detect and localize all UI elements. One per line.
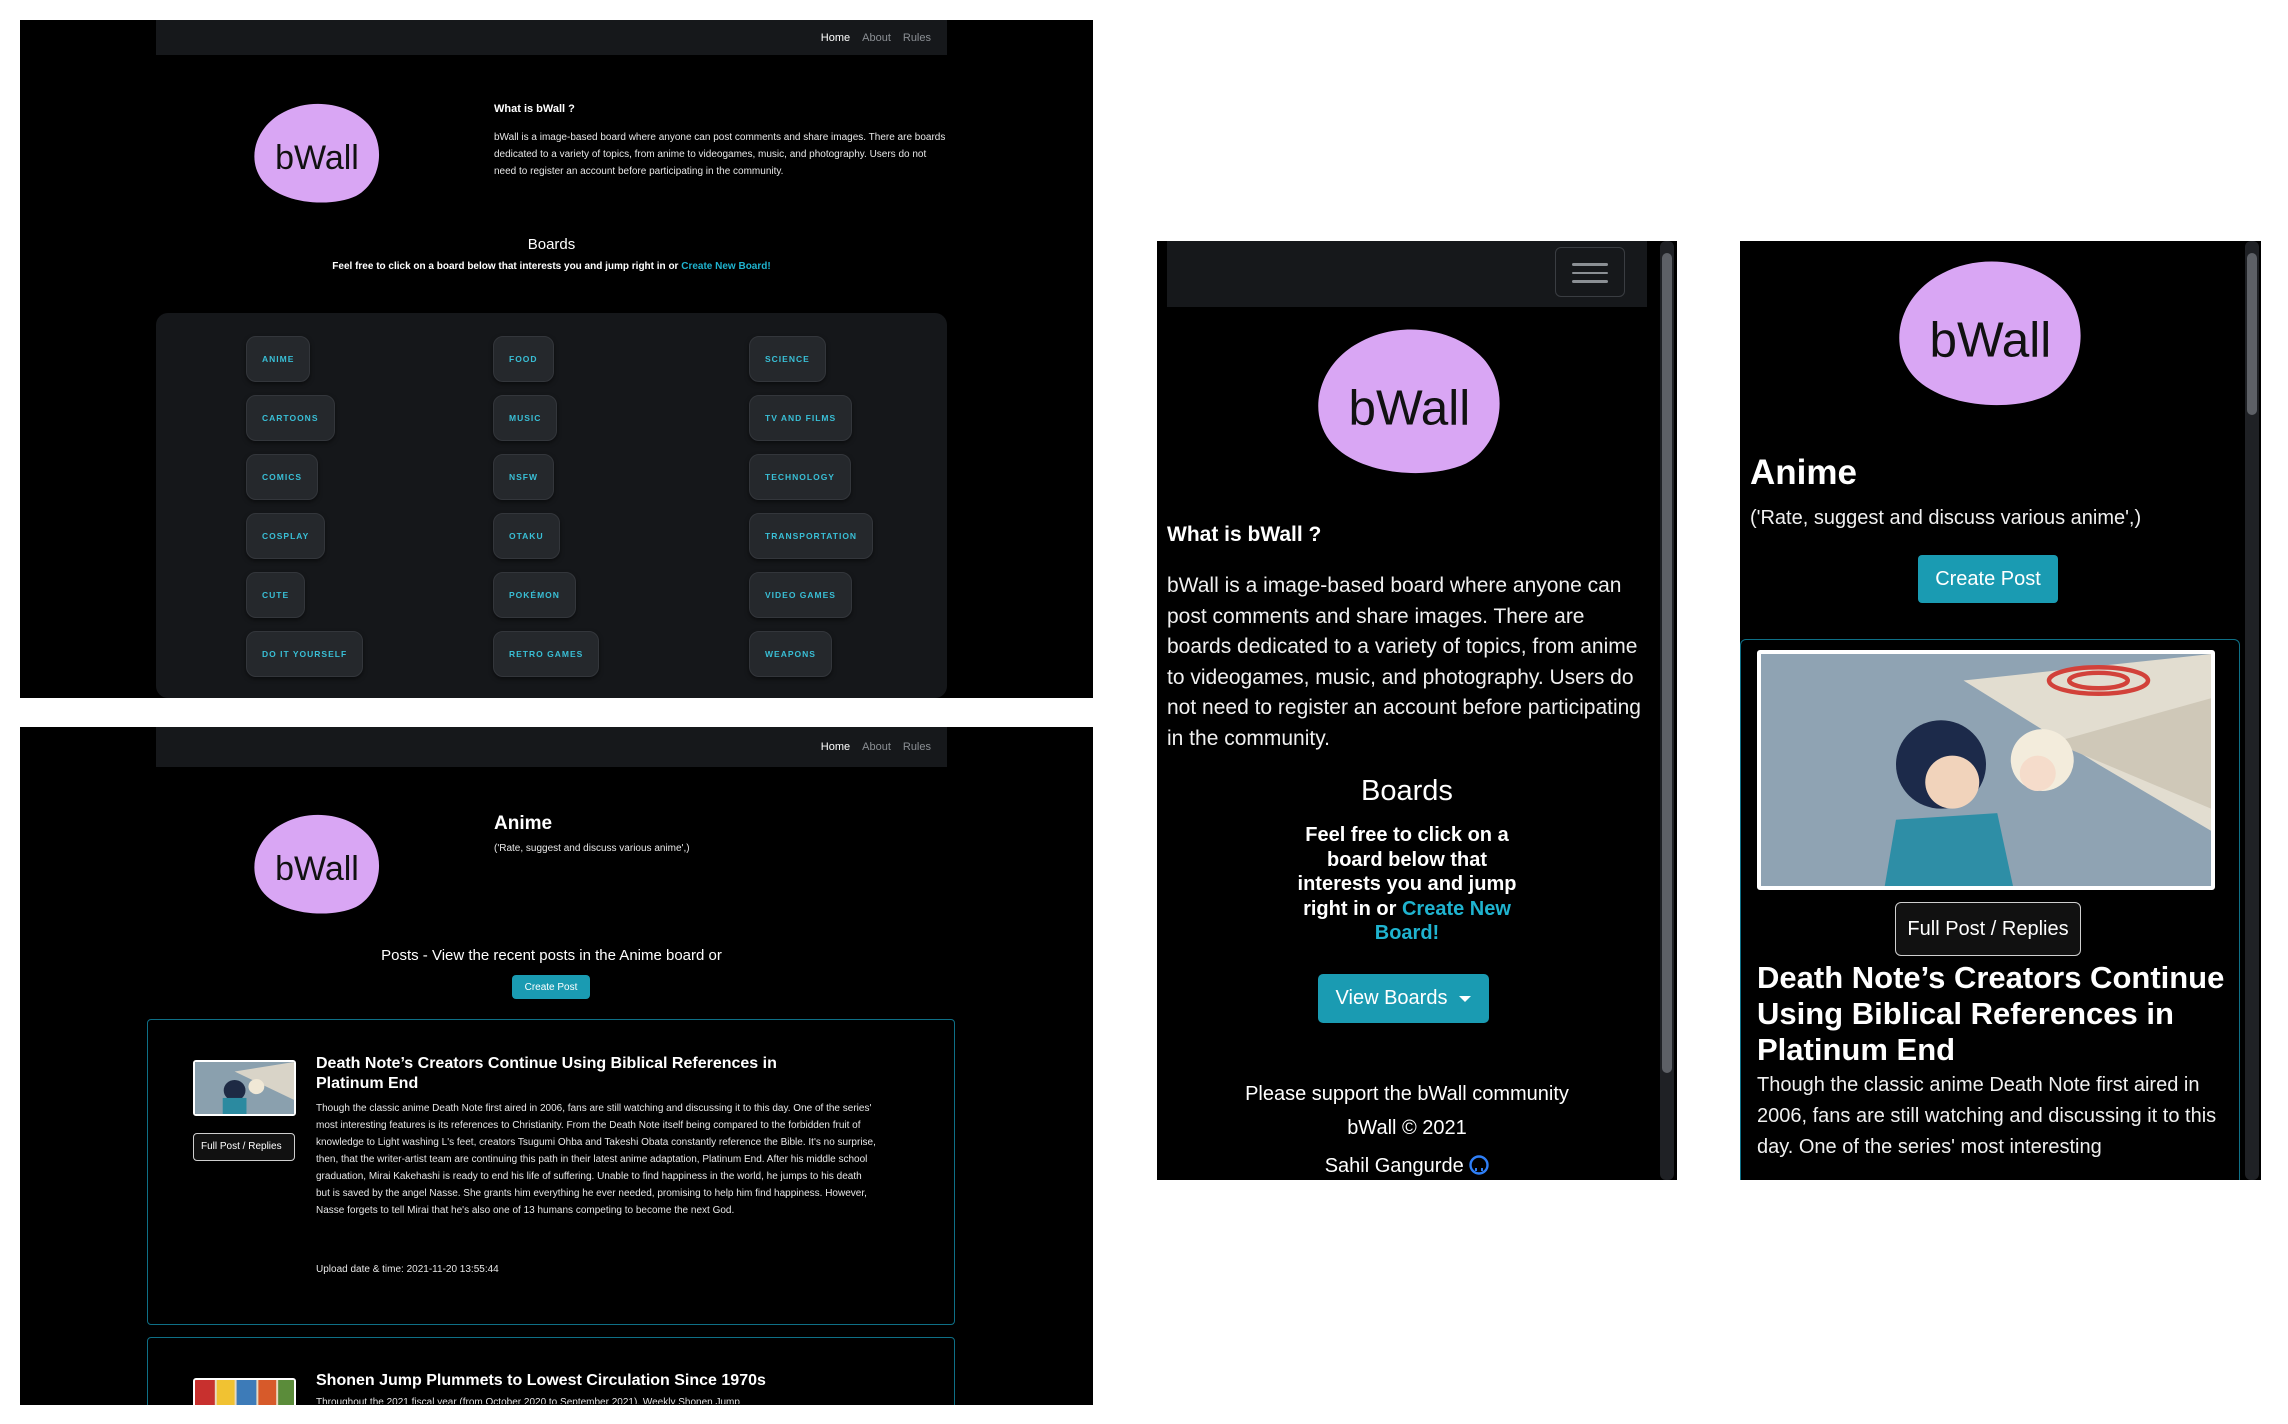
- board-button-transportation[interactable]: TRANSPORTATION: [749, 513, 874, 559]
- post-thumbnail[interactable]: [193, 1378, 296, 1405]
- scrollbar[interactable]: [2245, 241, 2259, 1180]
- hamburger-line: [1572, 263, 1608, 266]
- post-body: Though the classic anime Death Note firs…: [316, 1103, 876, 1216]
- board-mobile-screenshot: bWall Anime ('Rate, suggest and discuss …: [1740, 241, 2261, 1180]
- nav-home-link[interactable]: Home: [821, 741, 850, 753]
- bwall-logo[interactable]: bWall: [244, 98, 384, 208]
- board-button-nsfw[interactable]: NSFW: [493, 454, 555, 500]
- scrollbar-thumb[interactable]: [1662, 253, 1672, 1073]
- svg-text:bWall: bWall: [275, 850, 359, 888]
- board-button-cosplay[interactable]: COSPLAY: [246, 513, 326, 559]
- boards-subtitle: Feel free to click on a board below that…: [1287, 823, 1527, 946]
- nav-links: Home About Rules: [821, 20, 931, 55]
- navbar: [1167, 241, 1647, 307]
- boards-title: Boards: [527, 236, 576, 253]
- manga-collage-image: [195, 1380, 294, 1405]
- create-new-board-link[interactable]: Create New Board!: [1375, 898, 1511, 945]
- menu-toggle-button[interactable]: [1555, 247, 1625, 297]
- board-button-cute[interactable]: CUTE: [246, 572, 306, 618]
- board-button-retro-games[interactable]: RETRO GAMES: [493, 631, 600, 677]
- about-text: bWall is a image-based board where anyon…: [1167, 574, 1641, 750]
- svg-text:bWall: bWall: [1929, 312, 2051, 367]
- board-button-comics[interactable]: COMICS: [246, 454, 318, 500]
- author-name[interactable]: Sahil Gangurde: [1325, 1155, 1464, 1177]
- view-boards-label: View Boards: [1335, 987, 1448, 1009]
- board-button-video-games[interactable]: VIDEO GAMES: [749, 572, 852, 618]
- about-title: What is bWall ?: [494, 103, 575, 115]
- navbar: Home About Rules: [156, 20, 947, 55]
- create-new-board-link[interactable]: Create New Board!: [681, 261, 770, 272]
- post-image[interactable]: [1757, 650, 2215, 890]
- github-icon[interactable]: [1469, 1155, 1489, 1175]
- board-button-pokemon[interactable]: POKÉMON: [493, 572, 576, 618]
- boards-title: Boards: [1361, 775, 1453, 807]
- board-button-food[interactable]: FOOD: [493, 336, 554, 382]
- board-button-music[interactable]: MUSIC: [493, 395, 558, 441]
- create-post-button[interactable]: Create Post: [512, 975, 590, 999]
- post-body: Throughout the 2021 fiscal year (from Oc…: [316, 1397, 740, 1404]
- view-boards-dropdown[interactable]: View Boards: [1318, 974, 1489, 1023]
- scrollbar-thumb[interactable]: [2247, 253, 2257, 415]
- board-button-diy[interactable]: DO IT YOURSELF: [246, 631, 364, 677]
- board-button-science[interactable]: SCIENCE: [749, 336, 826, 382]
- board-button-cartoons[interactable]: CARTOONS: [246, 395, 335, 441]
- nav-about-link[interactable]: About: [862, 32, 891, 44]
- nav-rules-link[interactable]: Rules: [903, 741, 931, 753]
- board-button-weapons[interactable]: WEAPONS: [749, 631, 832, 677]
- board-title: Anime: [1750, 453, 1857, 492]
- navbar: Home About Rules: [156, 727, 947, 767]
- post-card: Full Post / Replies Death Note’s Creator…: [1740, 639, 2240, 1180]
- post-title[interactable]: Death Note’s Creators Continue Using Bib…: [1757, 960, 2227, 1068]
- board-button-otaku[interactable]: OTAKU: [493, 513, 560, 559]
- full-post-replies-button[interactable]: Full Post / Replies: [193, 1133, 295, 1161]
- about-text: bWall is a image-based board where anyon…: [494, 132, 946, 177]
- post-card: Shonen Jump Plummets to Lowest Circulati…: [147, 1337, 955, 1405]
- post-title[interactable]: Death Note’s Creators Continue Using Bib…: [316, 1054, 836, 1094]
- board-description: ('Rate, suggest and discuss various anim…: [494, 843, 690, 854]
- board-desktop-screenshot: Home About Rules bWall Anime ('Rate, sug…: [20, 727, 1093, 1405]
- caret-down-icon: [1459, 995, 1472, 1002]
- boards-grid: ANIME CARTOONS COMICS COSPLAY CUTE DO IT…: [156, 313, 947, 698]
- post-title[interactable]: Shonen Jump Plummets to Lowest Circulati…: [316, 1371, 876, 1391]
- nav-about-link[interactable]: About: [862, 741, 891, 753]
- boards-subtitle: Feel free to click on a board below that…: [156, 261, 947, 272]
- full-post-replies-button[interactable]: Full Post / Replies: [1895, 902, 2081, 956]
- board-button-tv-and-films[interactable]: TV AND FILMS: [749, 395, 853, 441]
- nav-links: Home About Rules: [821, 727, 931, 767]
- bwall-logo[interactable]: bWall: [1884, 253, 2088, 413]
- board-title: Anime: [494, 813, 553, 834]
- post-body: Though the classic anime Death Note firs…: [1757, 1074, 2217, 1158]
- post-thumbnail[interactable]: [193, 1060, 296, 1116]
- board-button-technology[interactable]: TECHNOLOGY: [749, 454, 851, 500]
- bwall-logo[interactable]: bWall: [244, 809, 384, 919]
- nav-home-link[interactable]: Home: [821, 32, 850, 44]
- nav-rules-link[interactable]: Rules: [903, 32, 931, 44]
- about-title: What is bWall ?: [1167, 523, 1322, 546]
- scrollbar[interactable]: [1660, 241, 1674, 1180]
- copyright-text: bWall © 2021: [1347, 1117, 1467, 1139]
- hamburger-line: [1572, 280, 1608, 283]
- posts-heading: Posts - View the recent posts in the Ani…: [381, 947, 722, 964]
- hamburger-line: [1572, 271, 1608, 274]
- support-text: Please support the bWall community: [1245, 1083, 1569, 1105]
- bwall-logo[interactable]: bWall: [1303, 321, 1507, 481]
- post-upload-date: Upload date & time: 2021-11-20 13:55:44: [316, 1264, 499, 1275]
- post-card: Full Post / Replies Death Note’s Creator…: [147, 1019, 955, 1325]
- home-mobile-screenshot: bWall What is bWall ? bWall is a image-b…: [1157, 241, 1677, 1180]
- anime-image: [195, 1062, 294, 1114]
- create-post-button[interactable]: Create Post: [1918, 555, 2058, 603]
- author-credit: Sahil Gangurde: [1167, 1155, 1647, 1178]
- boards-subtitle-text: Feel free to click on a board below that…: [332, 261, 679, 272]
- home-desktop-screenshot: Home About Rules bWall What is bWall ? b…: [20, 20, 1093, 698]
- board-button-anime[interactable]: ANIME: [246, 336, 311, 382]
- svg-text:bWall: bWall: [1348, 380, 1470, 435]
- board-description: ('Rate, suggest and discuss various anim…: [1750, 507, 2142, 529]
- anime-image: [1761, 654, 2211, 886]
- svg-text:bWall: bWall: [275, 139, 359, 177]
